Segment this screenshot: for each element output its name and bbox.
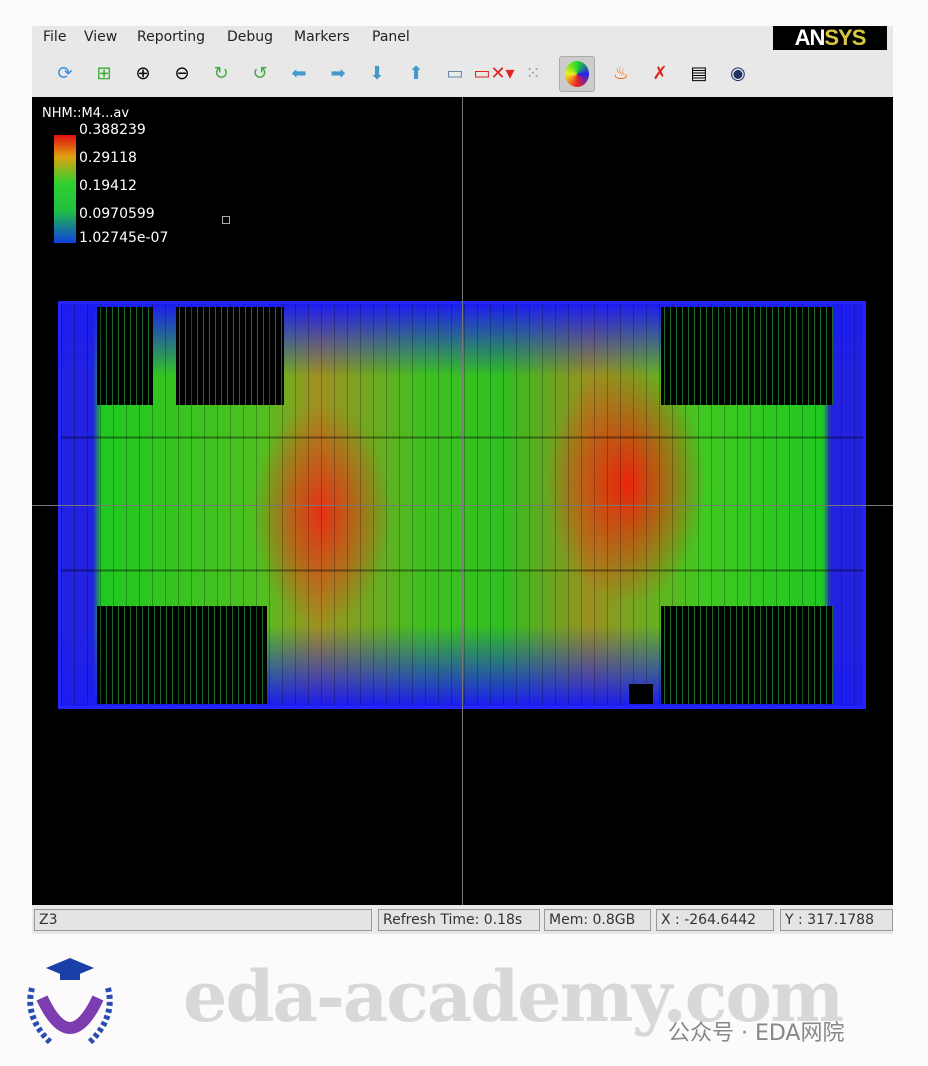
color-map-icon[interactable] <box>559 55 595 92</box>
layout-canvas[interactable]: NHM::M4...av 0.388239 0.29118 0.19412 0.… <box>32 97 893 905</box>
hotspot-icon[interactable]: ♨ <box>608 61 634 87</box>
ruler-icon[interactable]: ▭ <box>442 61 468 87</box>
pan-up-icon[interactable]: ⬆ <box>403 61 429 87</box>
status-bar: Z3 Refresh Time: 0.18s Mem: 0.8GB X : -2… <box>32 907 893 933</box>
zoom-in-icon[interactable]: ⊕ <box>130 61 156 87</box>
crosshair-vertical <box>462 97 463 905</box>
toolbar: ⟳ ⊞ ⊕ ⊖ ↻ ↺ ⬅ ➡ ⬇ ⬆ ▭ ▭✕▾ ⁙ ♨ ✗ ▤ ◉ <box>32 50 893 97</box>
pan-right-icon[interactable]: ➡ <box>325 61 351 87</box>
report-icon[interactable]: ▤ <box>686 61 712 87</box>
pan-down-icon[interactable]: ⬇ <box>364 61 390 87</box>
menu-reporting[interactable]: Reporting <box>137 29 205 45</box>
menu-file[interactable]: File <box>43 29 66 45</box>
visibility-icon[interactable]: ◉ <box>725 61 751 87</box>
rotate-ccw-icon[interactable]: ↺ <box>247 61 273 87</box>
legend-value: 0.29118 <box>79 150 137 166</box>
legend-value: 0.0970599 <box>79 206 155 222</box>
black-cell <box>629 684 653 704</box>
menu-panel[interactable]: Panel <box>372 29 410 45</box>
clear-ruler-icon[interactable]: ▭✕▾ <box>473 61 514 87</box>
memory: Mem: 0.8GB <box>544 909 651 931</box>
menu-markers[interactable]: Markers <box>294 29 350 45</box>
layer-field: Z3 <box>34 909 372 931</box>
rotate-cw-icon[interactable]: ↻ <box>208 61 234 87</box>
legend-colorbar <box>54 135 76 243</box>
menu-debug[interactable]: Debug <box>227 29 273 45</box>
legend-max: 0.388239 <box>79 122 146 138</box>
legend-value: 0.19412 <box>79 178 137 194</box>
legend-title: NHM::M4...av <box>42 106 130 121</box>
x-coordinate: X : -264.6442 <box>656 909 774 931</box>
y-coordinate: Y : 317.1788 <box>780 909 893 931</box>
watermark-wechat: 公众号 · EDA网院 <box>668 1021 845 1046</box>
fit-view-icon[interactable]: ⊞ <box>91 61 117 87</box>
crosshair-horizontal <box>32 505 893 506</box>
legend-min: 1.02745e-07 <box>79 230 169 246</box>
pan-left-icon[interactable]: ⬅ <box>286 61 312 87</box>
menu-bar: File View Reporting Debug Markers Panel … <box>32 26 893 50</box>
probe-icon[interactable]: ✗ <box>647 61 673 87</box>
refresh-time: Refresh Time: 0.18s <box>378 909 540 931</box>
app-window: File View Reporting Debug Markers Panel … <box>32 26 893 934</box>
grid-icon[interactable]: ⁙ <box>520 61 546 87</box>
academy-badge-logo <box>27 958 113 1046</box>
menu-view[interactable]: View <box>84 29 117 45</box>
refresh-icon[interactable]: ⟳ <box>52 61 78 87</box>
marker <box>222 216 230 224</box>
ansys-logo: ANSYS <box>773 26 887 50</box>
zoom-out-icon[interactable]: ⊖ <box>169 61 195 87</box>
